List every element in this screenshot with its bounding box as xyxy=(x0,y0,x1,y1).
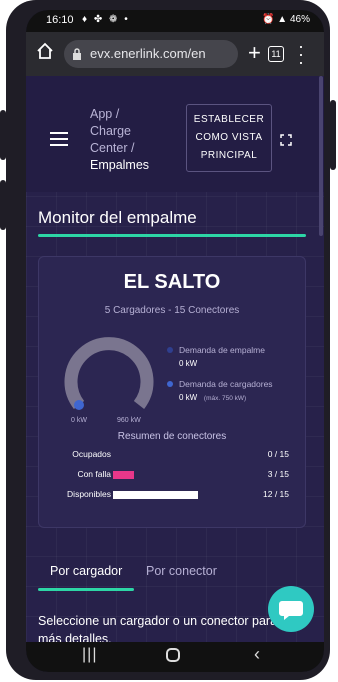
url-field[interactable]: evx.enerlink.com/en xyxy=(64,40,238,68)
url-text: evx.enerlink.com/en xyxy=(90,46,206,61)
tab-by-connector[interactable]: Por conector xyxy=(146,564,217,578)
hamburger-icon[interactable] xyxy=(50,132,68,150)
card-title: EL SALTO xyxy=(123,271,221,293)
legend-note: (máx. 750 kW) xyxy=(203,395,247,402)
new-tab-icon[interactable]: + xyxy=(248,40,261,66)
legend-dot-icon xyxy=(167,381,173,387)
browser-toolbar: evx.enerlink.com/en + 11 · · · xyxy=(26,32,324,76)
gauge-max-label: 960 kW xyxy=(117,417,141,424)
connector-summary-row: Con falla 3 / 15 xyxy=(39,467,305,483)
home-icon[interactable] xyxy=(36,42,54,65)
legend-label: Demanda de cargadores xyxy=(179,379,273,389)
recent-apps-icon[interactable]: ||| xyxy=(82,646,97,664)
view-tabs: Por cargador Por conector xyxy=(38,552,306,592)
row-bar xyxy=(113,491,198,499)
row-label: Disponibles xyxy=(67,489,111,499)
tabs-icon[interactable]: 11 xyxy=(268,46,284,62)
set-main-view-line1: ESTABLECER xyxy=(193,114,265,125)
summary-title: Resumen de conectores xyxy=(117,431,227,442)
row-count: 12 / 15 xyxy=(263,489,289,499)
section-underline xyxy=(38,234,306,237)
legend-value-text: 0 kW xyxy=(179,393,198,402)
legend-value-text: 0 kW xyxy=(179,359,198,368)
breadcrumb-current: Empalmes xyxy=(90,158,150,172)
lock-icon xyxy=(72,40,82,71)
breadcrumb-center[interactable]: Center / xyxy=(90,140,149,157)
row-count: 0 / 15 xyxy=(267,449,289,459)
phone-frame: 16:10 ♦ ✤ ❁ • ⏰ ▲ 46% evx.enerlink.com/e… xyxy=(6,0,330,680)
back-icon[interactable]: ‹ xyxy=(254,644,260,665)
legend-value: 0 kW (máx. 750 kW) xyxy=(179,393,246,402)
legend-label: Demanda de empalme xyxy=(179,345,265,355)
breadcrumb-app[interactable]: App / xyxy=(90,106,149,123)
notification-icons: ♦ ✤ ❁ • xyxy=(82,14,130,25)
row-bar xyxy=(113,471,134,479)
legend-charger-demand: Demanda de cargadores xyxy=(167,379,273,389)
connection-card: EL SALTO 5 Cargadores - 15 Conectores 0 … xyxy=(38,256,306,528)
legend-value: 0 kW xyxy=(179,359,197,368)
alarm-icon: ⏰ xyxy=(262,14,275,25)
android-nav-bar: ||| ‹ xyxy=(26,642,324,672)
top-navigation: App / Charge Center / Empalmes ESTABLECE… xyxy=(26,76,324,192)
status-time: 16:10 xyxy=(46,14,74,26)
set-main-view-button[interactable]: ESTABLECER COMO VISTA PRINCIPAL xyxy=(186,104,272,172)
demand-gauge xyxy=(64,337,154,410)
set-main-view-line2: COMO VISTA xyxy=(195,132,263,143)
row-count: 3 / 15 xyxy=(267,469,289,479)
set-main-view-line3: PRINCIPAL xyxy=(200,150,258,161)
chat-icon[interactable] xyxy=(268,586,314,632)
row-label: Ocupados xyxy=(72,449,111,459)
home-button-icon[interactable] xyxy=(166,648,180,662)
battery-level: 46% xyxy=(289,14,310,25)
phone-side-button-right xyxy=(330,100,336,170)
card-subtitle: 5 Cargadores - 15 Conectores xyxy=(104,305,240,316)
tab-by-charger[interactable]: Por cargador xyxy=(50,564,122,578)
page-content: App / Charge Center / Empalmes ESTABLECE… xyxy=(26,76,324,642)
signal-icon: ▲ xyxy=(277,14,288,25)
legend-connection-demand: Demanda de empalme xyxy=(167,345,265,355)
breadcrumb: App / Charge Center / Empalmes xyxy=(90,106,149,174)
screen: 16:10 ♦ ✤ ❁ • ⏰ ▲ 46% evx.enerlink.com/e… xyxy=(26,10,324,672)
section-title: Monitor del empalme xyxy=(38,208,197,227)
scrollbar[interactable] xyxy=(319,76,323,236)
kebab-menu-icon[interactable]: · · · xyxy=(298,37,304,71)
status-bar: 16:10 ♦ ✤ ❁ • ⏰ ▲ 46% xyxy=(26,10,324,32)
breadcrumb-charge[interactable]: Charge xyxy=(90,123,149,140)
fullscreen-icon[interactable] xyxy=(280,134,292,149)
connector-summary-row: Disponibles 12 / 15 xyxy=(39,487,305,503)
gauge-indicator xyxy=(74,400,84,410)
selection-hint: Seleccione un cargador o un conector par… xyxy=(38,614,278,642)
active-tab-indicator xyxy=(38,588,134,591)
connector-summary-row: Ocupados 0 / 15 xyxy=(39,447,305,463)
status-right-icons: ⏰ ▲ 46% xyxy=(262,14,310,25)
legend-dot-icon xyxy=(167,347,173,353)
row-label: Con falla xyxy=(77,469,111,479)
gauge-min-label: 0 kW xyxy=(71,417,87,424)
